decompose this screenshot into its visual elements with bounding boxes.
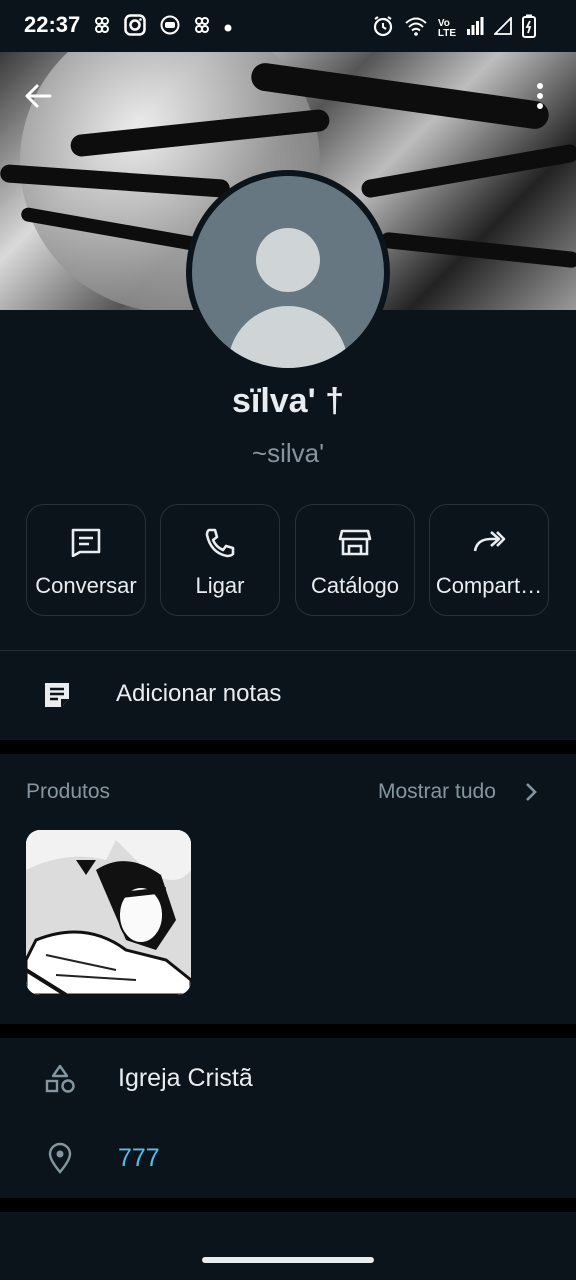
wifi-icon xyxy=(404,16,428,41)
catalog-button-label: Catálogo xyxy=(310,573,400,598)
business-address-link[interactable]: 777 xyxy=(118,1144,160,1173)
products-title: Produtos xyxy=(26,780,111,803)
app-notification-icon xyxy=(194,16,210,39)
volte-icon: Vo LTE xyxy=(437,17,456,39)
business-category: Igreja Cristã xyxy=(118,1064,253,1092)
section-separator xyxy=(0,1198,576,1212)
signal-outline-icon xyxy=(492,15,512,40)
more-vert-icon xyxy=(537,83,543,109)
status-left-icons xyxy=(94,14,232,41)
product-thumbnail[interactable] xyxy=(26,830,191,995)
divider xyxy=(0,650,576,651)
home-indicator[interactable] xyxy=(202,1257,374,1263)
status-right-icons: Vo LTE xyxy=(372,14,536,43)
cover-streak xyxy=(379,231,576,269)
alarm-icon xyxy=(372,15,394,42)
signal-icon xyxy=(466,17,484,40)
catalog-button[interactable]: Catálogo xyxy=(295,504,415,616)
profile-subname: ~silva' xyxy=(251,438,325,468)
profile-name: sïlva' † xyxy=(231,382,345,420)
notification-dot-icon xyxy=(224,19,232,37)
location-icon xyxy=(47,1142,73,1179)
show-all-link[interactable]: Mostrar tudo xyxy=(378,780,496,804)
default-avatar-icon xyxy=(192,176,384,368)
app-notification-icon xyxy=(94,16,110,39)
back-arrow-icon xyxy=(25,84,52,108)
store-icon xyxy=(338,529,372,556)
status-time: 22:37 xyxy=(24,12,81,37)
category-icon xyxy=(44,1064,76,1099)
back-button[interactable] xyxy=(22,80,54,112)
add-notes-label: Adicionar notas xyxy=(116,680,282,707)
add-notes-row[interactable]: Adicionar notas xyxy=(0,652,576,738)
instagram-icon xyxy=(124,14,146,41)
note-icon xyxy=(42,680,72,715)
youtube-icon xyxy=(160,15,180,40)
phone-icon xyxy=(205,528,235,558)
chat-button-label: Conversar xyxy=(35,573,137,598)
volte-line2: LTE xyxy=(437,27,456,39)
share-button-label: Compart… xyxy=(435,573,543,598)
section-separator xyxy=(0,1024,576,1038)
chat-button[interactable]: Conversar xyxy=(26,504,146,616)
chat-icon xyxy=(71,528,101,557)
profile-avatar[interactable] xyxy=(186,170,390,374)
cover-streak xyxy=(360,143,576,199)
battery-icon xyxy=(522,14,536,43)
section-separator xyxy=(0,740,576,754)
product-image xyxy=(26,830,191,995)
call-button[interactable]: Ligar xyxy=(160,504,280,616)
call-button-label: Ligar xyxy=(195,573,245,598)
more-options-button[interactable] xyxy=(528,80,552,112)
share-button[interactable]: Compart… xyxy=(429,504,549,616)
share-icon xyxy=(473,531,506,552)
volte-line1: Vo xyxy=(437,17,450,29)
chevron-right-icon[interactable] xyxy=(522,780,540,809)
